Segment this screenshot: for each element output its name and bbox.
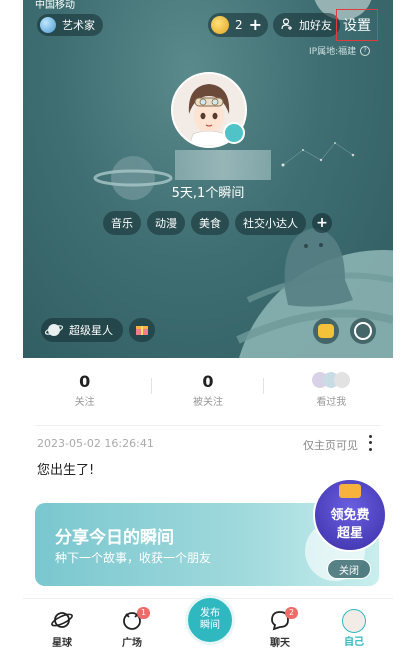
- tab-label: 聊天: [270, 638, 290, 649]
- coin-balance[interactable]: 2 +: [208, 13, 269, 37]
- more-dots-icon: [368, 441, 372, 445]
- coin-icon: [211, 16, 229, 34]
- followers-label: 被关注: [192, 397, 223, 408]
- post-text: 您出生了!: [37, 463, 95, 478]
- planet-icon: [40, 17, 56, 33]
- tag-item[interactable]: 社交小达人: [235, 211, 306, 235]
- help-icon[interactable]: ?: [360, 45, 371, 56]
- tab-planet[interactable]: 星球: [37, 609, 87, 649]
- super-star-label: 超级星人: [69, 324, 113, 337]
- username-blurred: [175, 150, 271, 180]
- pet-cat-button[interactable]: [313, 318, 339, 344]
- plus-icon[interactable]: +: [249, 17, 262, 33]
- ip-location-text: IP属地:福建: [309, 47, 357, 57]
- gift-icon: [135, 321, 149, 340]
- square-badge: 1: [137, 607, 151, 619]
- followers-count: 0: [202, 372, 214, 391]
- profile-stats: 0 关注 0 被关注 看过我: [23, 358, 393, 418]
- settings-label: 设置: [343, 18, 371, 34]
- tab-me[interactable]: 自己: [329, 609, 379, 648]
- post-visibility: 仅主页可见: [303, 439, 358, 452]
- add-tag-button[interactable]: +: [312, 213, 332, 233]
- bottom-tab-bar: 星球 1 广场 发布 瞬间 2 聊天 自己: [23, 595, 393, 660]
- orbit-icon: [354, 322, 372, 340]
- tab-square[interactable]: 1 广场: [107, 607, 157, 649]
- add-friend-label: 加好友: [299, 19, 332, 32]
- post-timestamp: 2023-05-02 16:26:41: [37, 437, 154, 450]
- super-star-button[interactable]: 超级星人: [41, 318, 123, 342]
- card-title: 分享今日的瞬间: [55, 528, 174, 548]
- visitors-label: 看过我: [316, 397, 347, 408]
- planet-tab-icon: [51, 612, 73, 628]
- following-label: 关注: [74, 397, 95, 408]
- publish-label: 发布 瞬间: [200, 608, 220, 631]
- tab-label: 广场: [122, 638, 142, 649]
- following-count: 0: [79, 372, 91, 391]
- cat-icon: [318, 324, 334, 338]
- visitors-stat[interactable]: 看过我: [270, 358, 393, 418]
- gift-button[interactable]: [129, 318, 155, 342]
- more-dots-icon: [368, 448, 372, 452]
- add-friend-button[interactable]: 加好友: [273, 13, 340, 37]
- card-close-button[interactable]: 关闭: [327, 559, 371, 579]
- following-stat[interactable]: 0 关注: [23, 358, 146, 418]
- ip-location: IP属地:福建 ?: [309, 44, 371, 57]
- badge-line-2: 超星: [336, 526, 363, 541]
- profile-screen: 中国移动 艺术家 2 + 加好友 设置 IP属地:福建 ? 5天,1个瞬间 音乐…: [23, 0, 393, 660]
- tab-label: 自己: [344, 637, 364, 648]
- section-divider: [35, 425, 381, 426]
- visitor-avatars: [270, 372, 393, 391]
- add-person-icon: [281, 17, 293, 33]
- tag-item[interactable]: 音乐: [103, 211, 141, 235]
- settings-button[interactable]: 设置: [336, 9, 378, 41]
- stat-divider: [263, 378, 264, 394]
- status-bar: 中国移动: [35, 0, 75, 11]
- carrier-text: 中国移动: [35, 0, 75, 11]
- tab-chat[interactable]: 2 聊天: [255, 607, 305, 649]
- tag-item[interactable]: 美食: [191, 211, 229, 235]
- more-dots-icon: [368, 434, 372, 438]
- days-moments-text: 5天,1个瞬间: [171, 186, 245, 201]
- stat-divider: [151, 378, 152, 394]
- followers-stat[interactable]: 0 被关注: [146, 358, 269, 418]
- avatar-edit-icon[interactable]: [223, 122, 245, 144]
- coin-count: 2: [235, 18, 243, 32]
- artist-badge-label: 艺术家: [62, 19, 95, 32]
- badge-line-1: 领免费: [330, 508, 370, 523]
- card-close-label: 关闭: [339, 565, 359, 577]
- chat-badge: 2: [285, 607, 299, 619]
- avatar: [334, 372, 351, 388]
- planet-button[interactable]: [350, 318, 376, 344]
- tab-label: 星球: [52, 638, 72, 649]
- tag-item[interactable]: 动漫: [147, 211, 185, 235]
- profile-hero: 中国移动 艺术家 2 + 加好友 设置 IP属地:福建 ? 5天,1个瞬间 音乐…: [23, 0, 393, 358]
- me-tab-avatar: [342, 609, 366, 633]
- interest-tags: 音乐 动漫 美食 社交小达人 +: [103, 211, 332, 235]
- artist-badge[interactable]: 艺术家: [37, 14, 103, 36]
- card-subtitle: 种下一个故事，收获一个朋友: [55, 551, 212, 565]
- free-superstar-badge[interactable]: 领免费 超星: [313, 478, 387, 552]
- super-star-icon: [44, 321, 64, 339]
- gift-box-icon: [339, 484, 361, 498]
- post-more-button[interactable]: [365, 433, 375, 453]
- publish-moment-button[interactable]: 发布 瞬间: [185, 595, 235, 645]
